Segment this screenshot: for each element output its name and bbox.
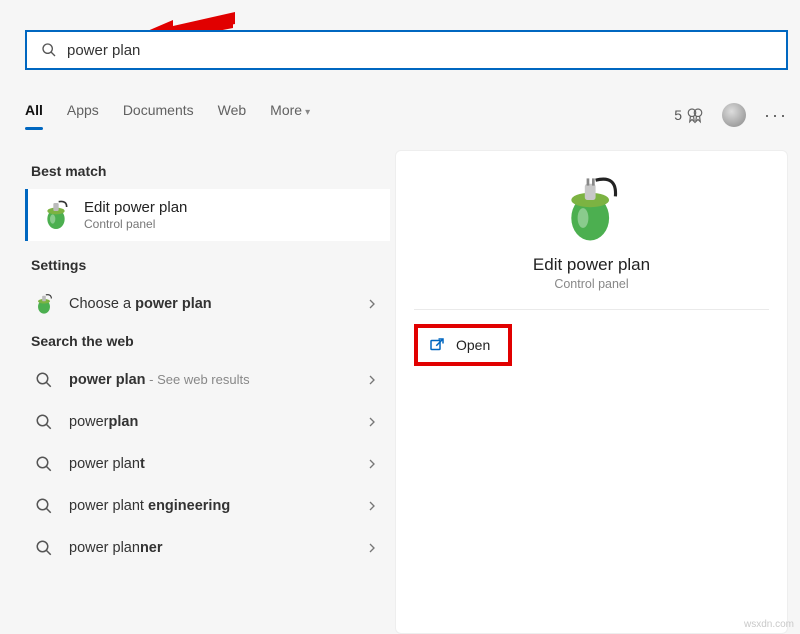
tab-apps[interactable]: Apps [67,102,99,128]
web-result[interactable]: power plant [25,443,390,485]
web-result-label: power plant engineering [69,498,364,514]
power-plan-large-icon [556,173,628,245]
tab-more[interactable]: More▾ [270,102,310,128]
section-web: Search the web [31,333,390,349]
search-icon [41,42,57,58]
tab-documents[interactable]: Documents [123,102,194,128]
search-icon [35,497,53,515]
preview-title: Edit power plan [533,255,650,275]
search-input[interactable] [67,42,772,59]
settings-result-label: Choose a power plan [69,296,364,312]
web-result[interactable]: power plan - See web results [25,359,390,401]
chevron-right-icon [364,296,380,312]
section-settings: Settings [31,257,390,273]
chevron-right-icon [364,414,380,430]
chevron-right-icon [364,540,380,556]
search-icon [35,413,53,431]
web-result-label: power plan - See web results [69,372,364,388]
filter-tabs: All Apps Documents Web More▾ 5 ··· [25,95,788,135]
user-avatar[interactable] [722,103,746,127]
open-button[interactable]: Open [418,328,508,362]
web-result[interactable]: powerplan [25,401,390,443]
chevron-right-icon [364,498,380,514]
web-result-label: powerplan [69,414,364,430]
power-plan-icon [40,199,72,231]
divider [414,309,769,310]
chevron-right-icon [364,456,380,472]
chevron-right-icon [364,372,380,388]
search-icon [35,371,53,389]
web-result[interactable]: power plant engineering [25,485,390,527]
annotation-highlight: Open [414,324,512,366]
chevron-down-icon: ▾ [305,107,310,118]
best-match-result[interactable]: Edit power plan Control panel [25,189,390,241]
medal-icon [686,106,704,124]
best-match-subtitle: Control panel [84,217,187,231]
more-options-button[interactable]: ··· [764,105,788,126]
section-best-match: Best match [31,163,390,179]
web-result[interactable]: power planner [25,527,390,569]
watermark: wsxdn.com [744,619,794,630]
web-result-label: power planner [69,540,364,556]
preview-panel: Edit power plan Control panel Open [395,150,788,634]
settings-result[interactable]: Choose a power plan [25,283,390,325]
search-icon [35,455,53,473]
web-result-label: power plant [69,456,364,472]
tab-web[interactable]: Web [218,102,247,128]
power-plan-icon [33,293,55,315]
results-column: Best match Edit power plan Control panel… [25,155,390,569]
rewards-points[interactable]: 5 [674,106,704,124]
best-match-title: Edit power plan [84,199,187,216]
search-bar[interactable] [25,30,788,70]
tab-all[interactable]: All [25,102,43,128]
open-button-label: Open [456,337,490,353]
search-icon [35,539,53,557]
preview-subtitle: Control panel [554,277,628,291]
open-external-icon [428,336,446,354]
